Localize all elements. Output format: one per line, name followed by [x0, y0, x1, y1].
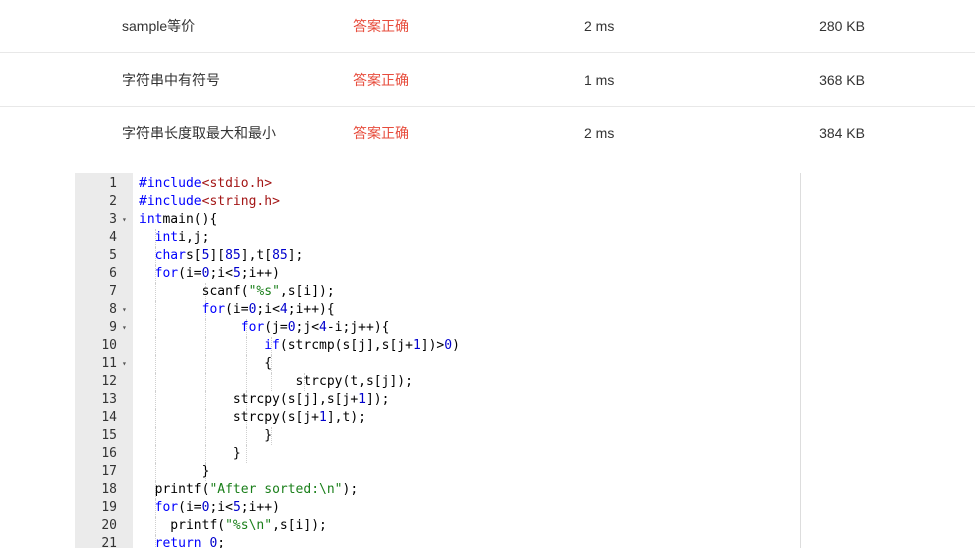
code-line[interactable]: 9 ▾ for(j=0;j<4-i;j++){ — [75, 319, 800, 337]
code-line[interactable]: 13 strcpy(s[j],s[j+1]); — [75, 391, 800, 409]
line-number: 2 — [109, 194, 117, 209]
line-number: 19 — [101, 500, 117, 515]
line-number: 17 — [101, 464, 117, 479]
case-status: 答案正确 — [353, 71, 409, 88]
code-text[interactable]: printf("%s\n",s[i]); — [139, 517, 327, 535]
code-text[interactable]: printf("After sorted:\n"); — [139, 481, 359, 499]
line-number: 14 — [101, 410, 117, 425]
code-text[interactable]: return 0; — [139, 535, 225, 548]
code-line[interactable]: 11 ▾ { — [75, 355, 800, 373]
code-text[interactable]: for(i=0;i<4;i++){ — [139, 301, 335, 319]
line-number: 9 — [109, 320, 117, 335]
code-line[interactable]: 8 ▾ for(i=0;i<4;i++){ — [75, 301, 800, 319]
indent-guide — [246, 445, 247, 463]
result-row: 字符串长度取最大和最小 答案正确 2 ms 384 KB — [0, 107, 975, 159]
code-text[interactable]: } — [139, 427, 272, 445]
code-line[interactable]: 3 ▾ intmain(){ — [75, 211, 800, 229]
line-number: 13 — [101, 392, 117, 407]
code-text[interactable]: intmain(){ — [139, 211, 217, 229]
line-number: 6 — [109, 266, 117, 281]
code-line[interactable]: 6 for(i=0;i<5;i++) — [75, 265, 800, 283]
line-number: 15 — [101, 428, 117, 443]
line-number: 1 — [109, 176, 117, 191]
code-text[interactable]: strcpy(s[j],s[j+1]); — [139, 391, 390, 409]
code-line[interactable]: 12 strcpy(t,s[j]); — [75, 373, 800, 391]
case-status: 答案正确 — [353, 125, 409, 141]
line-number: 7 — [109, 284, 117, 299]
code-text[interactable]: #include<stdio.h> — [139, 175, 272, 193]
case-time: 1 ms — [584, 71, 615, 88]
code-line[interactable]: 4 inti,j; — [75, 229, 800, 247]
case-status: 答案正确 — [353, 18, 409, 34]
code-line[interactable]: 20 printf("%s\n",s[i]); — [75, 517, 800, 535]
line-number: 21 — [101, 536, 117, 548]
code-text[interactable]: if(strcmp(s[j],s[j+1])>0) — [139, 337, 460, 355]
fold-toggle-icon[interactable]: ▾ — [122, 355, 127, 373]
case-name: 字符串长度取最大和最小 — [122, 125, 276, 141]
code-text[interactable]: chars[5][85],t[85]; — [139, 247, 304, 265]
line-number: 3 — [109, 212, 117, 227]
case-name: sample等价 — [122, 18, 196, 34]
code-text[interactable]: scanf("%s",s[i]); — [139, 283, 335, 301]
line-number: 10 — [101, 338, 117, 353]
case-time: 2 ms — [584, 18, 615, 34]
code-line[interactable]: 1 #include<stdio.h> — [75, 175, 800, 193]
case-memory: 368 KB — [819, 71, 865, 88]
line-number: 16 — [101, 446, 117, 461]
line-number: 5 — [109, 248, 117, 263]
code-line[interactable]: 19 for(i=0;i<5;i++) — [75, 499, 800, 517]
code-text[interactable]: { — [139, 355, 272, 373]
fold-toggle-icon[interactable]: ▾ — [122, 211, 127, 229]
fold-toggle-icon[interactable]: ▾ — [122, 301, 127, 319]
code-line[interactable]: 2 #include<string.h> — [75, 193, 800, 211]
fold-toggle-icon[interactable]: ▾ — [122, 319, 127, 337]
result-row: sample等价 答案正确 2 ms 280 KB — [0, 0, 975, 53]
line-number: 8 — [109, 302, 117, 317]
code-line[interactable]: 5 chars[5][85],t[85]; — [75, 247, 800, 265]
code-line[interactable]: 21 return 0; — [75, 535, 800, 548]
line-number: 18 — [101, 482, 117, 497]
code-line[interactable]: 18 printf("After sorted:\n"); — [75, 481, 800, 499]
code-text[interactable]: strcpy(s[j+1],t); — [139, 409, 366, 427]
code-text[interactable]: for(i=0;i<5;i++) — [139, 499, 280, 517]
code-line[interactable]: 10 if(strcmp(s[j],s[j+1])>0) — [75, 337, 800, 355]
case-memory: 384 KB — [819, 125, 865, 141]
code-line[interactable]: 7 scanf("%s",s[i]); — [75, 283, 800, 301]
code-text[interactable]: inti,j; — [139, 229, 210, 247]
case-memory: 280 KB — [819, 18, 865, 34]
code-text[interactable]: } — [139, 463, 210, 481]
line-number: 11 — [101, 356, 117, 371]
line-number: 20 — [101, 518, 117, 533]
code-line[interactable]: 14 strcpy(s[j+1],t); — [75, 409, 800, 427]
code-editor[interactable]: 1 #include<stdio.h> 2 #include<string.h> 3 ▾ i… — [75, 173, 801, 548]
code-text[interactable]: strcpy(t,s[j]); — [139, 373, 413, 391]
code-text[interactable]: for(i=0;i<5;i++) — [139, 265, 280, 283]
result-row: 字符串中有符号 答案正确 1 ms 368 KB — [0, 53, 975, 107]
code-line[interactable]: 15 } — [75, 427, 800, 445]
code-line[interactable]: 17 } — [75, 463, 800, 481]
case-name: 字符串中有符号 — [122, 71, 220, 88]
test-results-table: sample等价 答案正确 2 ms 280 KB 字符串中有符号 答案正确 1… — [0, 0, 975, 159]
code-text[interactable]: } — [139, 445, 241, 463]
line-number: 4 — [109, 230, 117, 245]
code-line[interactable]: 16 } — [75, 445, 800, 463]
case-time: 2 ms — [584, 125, 615, 141]
code-text[interactable]: #include<string.h> — [139, 193, 280, 211]
code-text[interactable]: for(j=0;j<4-i;j++){ — [139, 319, 390, 337]
line-number: 12 — [101, 374, 117, 389]
